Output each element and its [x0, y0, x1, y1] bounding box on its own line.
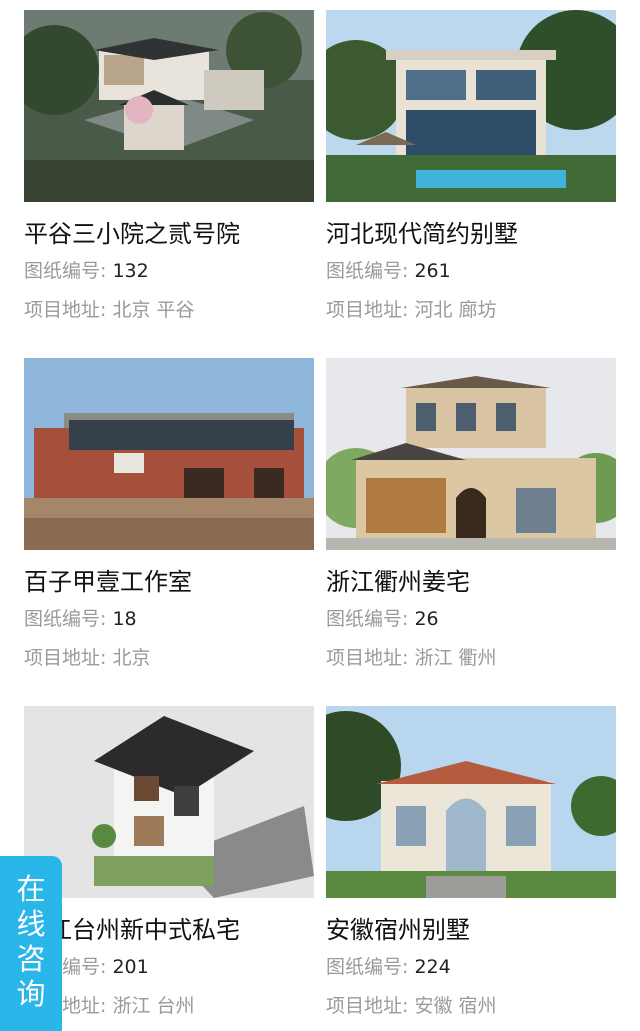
project-address-value: 北京 平谷	[112, 299, 195, 321]
project-title[interactable]: 安徽宿州别墅	[326, 916, 616, 944]
drawing-number-label: 图纸编号:	[24, 260, 107, 282]
house-image	[326, 358, 616, 550]
project-address-label: 项目地址:	[326, 647, 409, 669]
project-thumbnail[interactable]	[326, 706, 616, 898]
project-title[interactable]: 河北现代简约别墅	[326, 220, 616, 248]
house-image	[24, 706, 314, 898]
drawing-number-label: 图纸编号:	[326, 260, 409, 282]
project-address-value: 浙江 台州	[112, 995, 195, 1017]
drawing-number: 图纸编号: 261	[326, 260, 616, 282]
drawing-number-label: 图纸编号:	[326, 956, 409, 978]
project-address-value: 浙江 衢州	[414, 647, 497, 669]
consult-char: 询	[16, 977, 46, 1011]
project-address: 项目地址: 北京 平谷	[24, 299, 314, 321]
consult-char: 在	[16, 872, 46, 906]
project-address-value: 安徽 宿州	[414, 995, 497, 1017]
project-address-value: 河北 廊坊	[414, 299, 497, 321]
project-address: 项目地址: 河北 廊坊	[326, 299, 616, 321]
drawing-number-value: 224	[414, 956, 451, 978]
project-address-label: 项目地址:	[24, 647, 107, 669]
drawing-number-value: 18	[112, 608, 137, 630]
project-title[interactable]: 百子甲壹工作室	[24, 568, 314, 596]
project-thumbnail[interactable]	[24, 706, 314, 898]
house-image	[24, 358, 314, 550]
project-address-value: 北京	[112, 647, 151, 669]
project-thumbnail[interactable]	[326, 10, 616, 202]
consult-char: 线	[16, 907, 46, 941]
drawing-number: 图纸编号: 18	[24, 608, 314, 630]
project-card[interactable]: 浙江台州新中式私宅 图纸编号: 201 项目地址: 浙江 台州	[24, 706, 314, 1017]
drawing-number-label: 图纸编号:	[326, 608, 409, 630]
project-title[interactable]: 浙江衢州姜宅	[326, 568, 616, 596]
online-consult-button[interactable]: 在 线 咨 询	[0, 856, 62, 1031]
project-card[interactable]: 河北现代简约别墅 图纸编号: 261 项目地址: 河北 廊坊	[326, 10, 616, 321]
drawing-number: 图纸编号: 224	[326, 956, 616, 978]
project-title[interactable]: 浙江台州新中式私宅	[24, 916, 314, 944]
drawing-number: 图纸编号: 201	[24, 956, 314, 978]
project-address: 项目地址: 安徽 宿州	[326, 995, 616, 1017]
consult-char: 咨	[16, 942, 46, 976]
project-grid: 平谷三小院之贰号院 图纸编号: 132 项目地址: 北京 平谷 河北现代简约别墅…	[0, 0, 640, 1031]
project-address-label: 项目地址:	[326, 995, 409, 1017]
project-card[interactable]: 安徽宿州别墅 图纸编号: 224 项目地址: 安徽 宿州	[326, 706, 616, 1017]
drawing-number-value: 132	[112, 260, 149, 282]
drawing-number-value: 261	[414, 260, 451, 282]
project-address-label: 项目地址:	[24, 299, 107, 321]
drawing-number: 图纸编号: 26	[326, 608, 616, 630]
project-card[interactable]: 百子甲壹工作室 图纸编号: 18 项目地址: 北京	[24, 358, 314, 669]
house-image	[326, 10, 616, 202]
project-card[interactable]: 平谷三小院之贰号院 图纸编号: 132 项目地址: 北京 平谷	[24, 10, 314, 321]
drawing-number-label: 图纸编号:	[24, 608, 107, 630]
house-image	[326, 706, 616, 898]
house-image	[24, 10, 314, 202]
project-address: 项目地址: 浙江 衢州	[326, 647, 616, 669]
project-title[interactable]: 平谷三小院之贰号院	[24, 220, 314, 248]
project-thumbnail[interactable]	[326, 358, 616, 550]
project-card[interactable]: 浙江衢州姜宅 图纸编号: 26 项目地址: 浙江 衢州	[326, 358, 616, 669]
project-thumbnail[interactable]	[24, 358, 314, 550]
drawing-number: 图纸编号: 132	[24, 260, 314, 282]
drawing-number-value: 26	[414, 608, 439, 630]
project-thumbnail[interactable]	[24, 10, 314, 202]
project-address: 项目地址: 北京	[24, 647, 314, 669]
drawing-number-value: 201	[112, 956, 149, 978]
project-address: 项目地址: 浙江 台州	[24, 995, 314, 1017]
project-address-label: 项目地址:	[326, 299, 409, 321]
